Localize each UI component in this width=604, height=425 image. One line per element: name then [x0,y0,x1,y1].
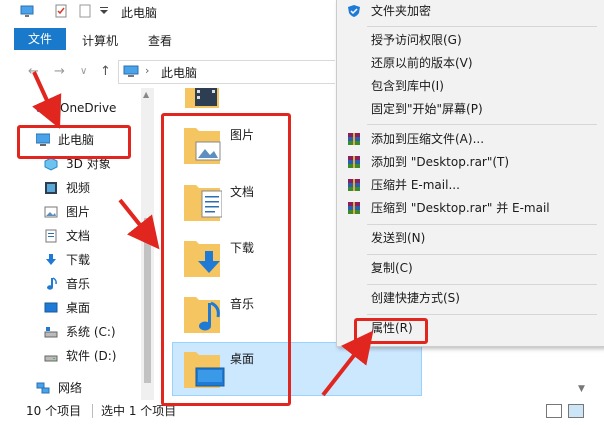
title-bar: 此电脑 [0,0,336,24]
scroll-down-icon[interactable]: ▼ [578,384,585,394]
breadcrumb: 此电脑 [161,66,198,80]
ctx-include-in-library[interactable]: 包含到库中(I) [337,75,604,97]
downloads-icon [46,254,56,265]
menu-separator [367,124,597,125]
computer-icon [123,65,139,77]
menu-separator [367,314,597,315]
winrar-icon [348,133,360,145]
pictures-icon [44,206,58,218]
up-arrow-icon[interactable]: ↑ [100,64,111,79]
video-icon [45,182,57,194]
annotation-box-this-pc [17,125,131,159]
status-divider [92,404,93,418]
network-icon [36,382,50,394]
forward-arrow-icon[interactable]: → [54,64,65,79]
tab-computer[interactable]: 计算机 [82,32,118,49]
ctx-send-to[interactable]: 发送到(N) [337,227,604,249]
ctx-copy[interactable]: 复制(C) [337,257,604,279]
video-folder-icon[interactable] [185,88,219,108]
details-view-icon[interactable] [546,404,562,418]
menu-separator [367,254,597,255]
window-title: 此电脑 [121,6,158,20]
address-input[interactable]: › 此电脑 [118,60,335,84]
ctx-add-to-archive[interactable]: 添加到压缩文件(A)... [337,128,604,150]
computer-icon[interactable] [20,4,34,18]
ctx-add-to-desktop-rar[interactable]: 添加到 "Desktop.rar"(T) [337,151,604,173]
winrar-icon [348,156,360,168]
menu-separator [367,224,597,225]
3d-objects-icon [44,157,58,171]
menu-separator [367,284,597,285]
context-menu: 文件夹加密 授予访问权限(G) 还原以前的版本(V) 包含到库中(I) 固定到"… [336,0,604,347]
ribbon: 文件 计算机 查看 [0,24,336,55]
quick-access-dropdown-icon[interactable] [97,4,111,18]
breadcrumb-separator-icon: › [145,64,150,77]
onedrive-icon [36,104,53,112]
ctx-create-shortcut[interactable]: 创建快捷方式(S) [337,287,604,309]
ctx-folder-encrypt[interactable]: 文件夹加密 [337,0,604,22]
winrar-icon [348,179,360,191]
menu-separator [367,26,597,27]
large-icons-view-icon[interactable] [568,404,584,418]
new-folder-icon[interactable] [78,4,92,18]
back-arrow-icon[interactable]: ← [28,64,39,79]
item-count: 10 个项目 [26,404,82,418]
winrar-icon [348,202,360,214]
tab-file[interactable]: 文件 [14,28,66,50]
documents-icon [45,229,57,243]
desktop-icon [44,302,58,313]
shield-icon [348,5,360,17]
scroll-up-icon[interactable]: ▲ [143,90,149,99]
drive-c-icon [44,327,58,338]
annotation-box-properties [354,318,428,344]
annotation-box-folders [161,113,291,406]
ctx-compress-to-desktop-rar-email[interactable]: 压缩到 "Desktop.rar" 并 E-mail [337,197,604,219]
ctx-compress-and-email[interactable]: 压缩并 E-mail... [337,174,604,196]
ctx-grant-access[interactable]: 授予访问权限(G) [337,29,604,51]
properties-icon[interactable] [54,4,68,18]
ctx-restore-versions[interactable]: 还原以前的版本(V) [337,52,604,74]
tab-view[interactable]: 查看 [148,32,172,49]
ctx-pin-to-start[interactable]: 固定到"开始"屏幕(P) [337,98,604,120]
scrollbar-thumb[interactable] [144,218,151,383]
address-bar-row: ← → ∨ ↑ › 此电脑 [0,54,336,88]
drive-d-icon [44,355,58,362]
sidebar-scrollbar[interactable]: ▲ [141,88,154,400]
recent-dropdown-icon[interactable]: ∨ [80,66,87,77]
status-bar: 10 个项目 选中 1 个项目 [0,400,604,425]
music-icon [47,277,57,290]
